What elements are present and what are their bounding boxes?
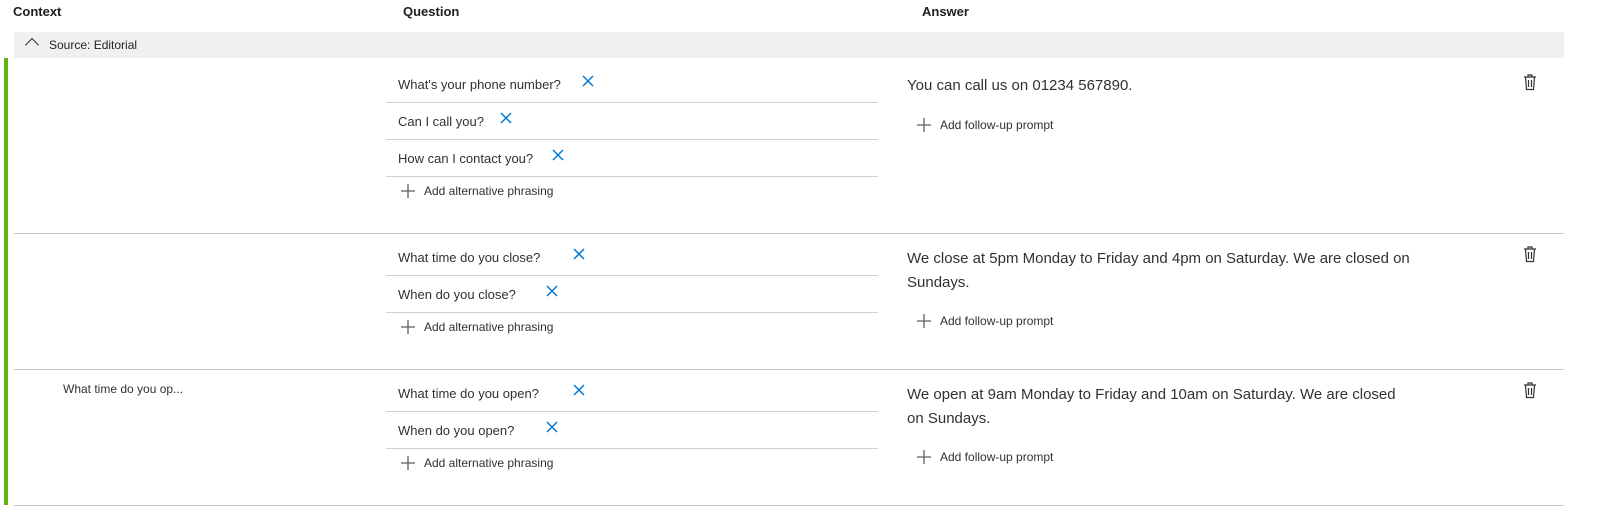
plus-icon [917,450,931,464]
source-group-header[interactable]: Source: Editorial [14,32,1564,58]
plus-icon [917,118,931,132]
row-divider [14,233,1564,234]
question-item[interactable]: What's your phone number? [386,66,878,103]
question-text[interactable]: What time do you open? [398,386,539,401]
plus-icon [401,320,415,334]
answer-text[interactable]: We close at 5pm Monday to Friday and 4pm… [907,247,1412,295]
add-phrasing-label: Add alternative phrasing [424,184,554,198]
question-text[interactable]: How can I contact you? [398,151,533,166]
question-text[interactable]: Can I call you? [398,114,484,129]
row-divider [14,505,1564,506]
column-header-answer: Answer [922,4,969,19]
question-item[interactable]: How can I contact you? [386,140,878,177]
add-follow-up-prompt-button[interactable]: Add follow-up prompt [916,449,1053,465]
add-alternative-phrasing-button[interactable]: Add alternative phrasing [400,455,553,471]
question-text[interactable]: When do you close? [398,287,516,302]
add-follow-up-prompt-button[interactable]: Add follow-up prompt [916,313,1053,329]
answer-text[interactable]: You can call us on 01234 567890. [907,74,1412,98]
close-icon[interactable] [580,73,596,89]
question-text[interactable]: When do you open? [398,423,514,438]
source-label: Source: Editorial [49,38,138,52]
close-icon[interactable] [544,283,560,299]
column-header-context: Context [13,4,62,19]
add-follow-up-prompt-button[interactable]: Add follow-up prompt [916,117,1053,133]
add-prompt-label: Add follow-up prompt [940,118,1054,132]
add-alternative-phrasing-button[interactable]: Add alternative phrasing [400,319,553,335]
close-icon[interactable] [544,419,560,435]
context-text: What time do you op... [63,382,184,396]
add-phrasing-label: Add alternative phrasing [424,320,554,334]
add-prompt-label: Add follow-up prompt [940,314,1054,328]
trash-icon[interactable] [1522,245,1538,263]
plus-icon [401,184,415,198]
chevron-up-icon[interactable] [24,37,40,53]
add-phrasing-label: Add alternative phrasing [424,456,554,470]
close-icon[interactable] [571,246,587,262]
question-text[interactable]: What time do you close? [398,250,540,265]
group-accent-bar [4,58,8,505]
add-alternative-phrasing-button[interactable]: Add alternative phrasing [400,183,553,199]
trash-icon[interactable] [1522,381,1538,399]
answer-text[interactable]: We open at 9am Monday to Friday and 10am… [907,383,1412,431]
question-item[interactable]: What time do you open? [386,375,878,412]
plus-icon [401,456,415,470]
add-prompt-label: Add follow-up prompt [940,450,1054,464]
close-icon[interactable] [498,110,514,126]
question-item[interactable]: When do you close? [386,276,878,313]
question-item[interactable]: When do you open? [386,412,878,449]
plus-icon [917,314,931,328]
close-icon[interactable] [550,147,566,163]
column-header-question: Question [403,4,460,19]
row-divider [14,369,1564,370]
close-icon[interactable] [571,382,587,398]
question-item[interactable]: Can I call you? [386,103,878,140]
trash-icon[interactable] [1522,73,1538,91]
question-item[interactable]: What time do you close? [386,239,878,276]
question-text[interactable]: What's your phone number? [398,77,561,92]
